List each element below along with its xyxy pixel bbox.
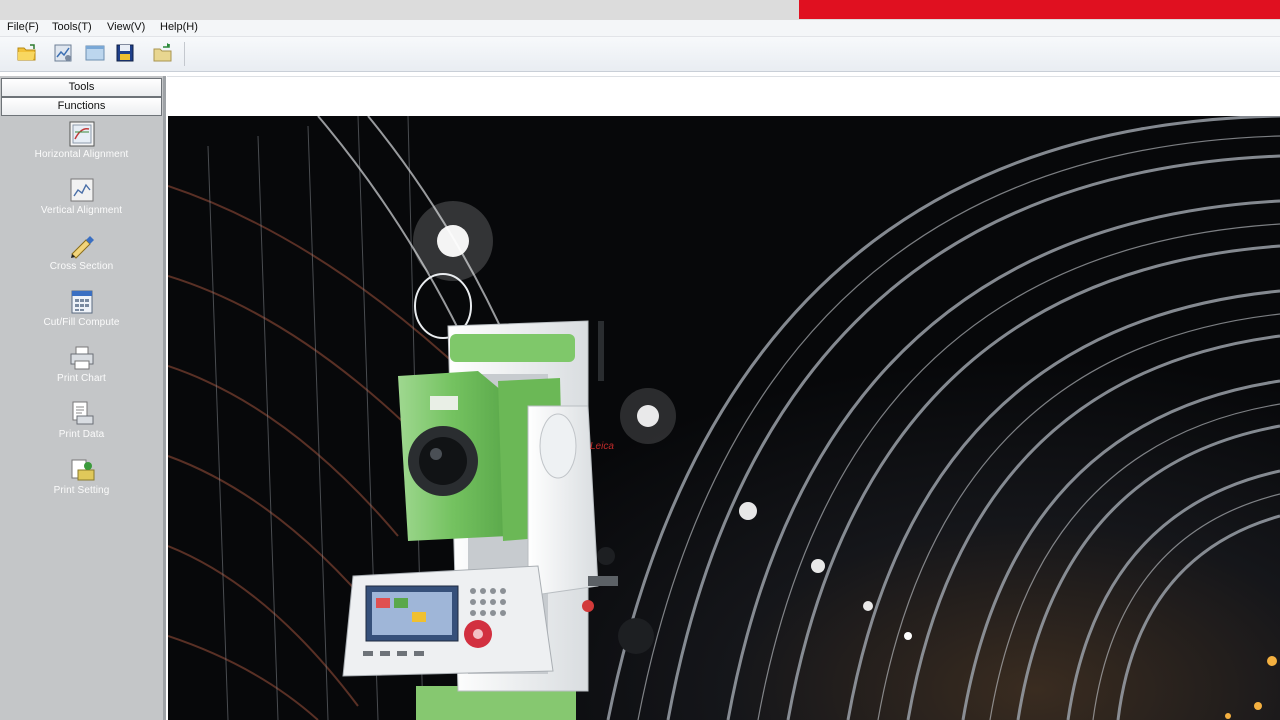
function-label: Horizontal Alignment bbox=[34, 149, 129, 160]
function-print-chart[interactable]: Print Chart bbox=[0, 344, 163, 396]
menu-file[interactable]: File(F) bbox=[7, 21, 39, 33]
calculator-icon bbox=[68, 288, 96, 316]
function-vertical-alignment[interactable]: Vertical Alignment bbox=[0, 176, 163, 228]
open-folder-icon bbox=[17, 44, 36, 61]
vertical-alignment-icon bbox=[68, 176, 96, 204]
device-brand: Leica bbox=[590, 441, 614, 452]
functions-tab[interactable]: Functions bbox=[1, 97, 162, 116]
title-bar bbox=[0, 0, 1280, 20]
tools-tab[interactable]: Tools bbox=[1, 78, 162, 97]
horizontal-alignment-icon bbox=[68, 120, 96, 148]
save-icon bbox=[116, 44, 134, 62]
export-folder-icon bbox=[153, 43, 172, 62]
menu-tools[interactable]: Tools(T) bbox=[52, 21, 92, 33]
function-label: Cross Section bbox=[49, 261, 114, 272]
window-button[interactable] bbox=[83, 41, 107, 65]
tunnel-total-station-photo: Leica bbox=[168, 116, 1280, 720]
window-icon bbox=[85, 45, 105, 61]
function-label: Cut/Fill Compute bbox=[43, 317, 120, 328]
function-label: Print Chart bbox=[57, 373, 106, 384]
left-panel: Tools Functions Horizontal Alignment Ver… bbox=[0, 76, 166, 720]
print-setting-icon bbox=[68, 456, 96, 484]
open-button[interactable] bbox=[15, 41, 39, 65]
menu-help[interactable]: Help(H) bbox=[160, 21, 198, 33]
settings-chart-icon bbox=[54, 44, 72, 62]
menu-view[interactable]: View(V) bbox=[107, 21, 145, 33]
function-print-setting[interactable]: Print Setting bbox=[0, 456, 163, 508]
content-header bbox=[167, 76, 1280, 117]
printer-icon bbox=[68, 344, 96, 372]
cross-section-icon bbox=[68, 232, 96, 260]
export-button[interactable] bbox=[151, 41, 175, 65]
save-button[interactable] bbox=[113, 41, 137, 65]
menu-bar: File(F) Tools(T) View(V) Help(H) bbox=[0, 20, 1280, 37]
function-label: Print Data bbox=[58, 429, 105, 440]
function-print-data[interactable]: Print Data bbox=[0, 400, 163, 452]
function-cross-section[interactable]: Cross Section bbox=[0, 232, 163, 284]
settings-chart-button[interactable] bbox=[51, 41, 75, 65]
toolbar-separator bbox=[184, 42, 185, 66]
function-label: Vertical Alignment bbox=[40, 205, 123, 216]
function-horizontal-alignment[interactable]: Horizontal Alignment bbox=[0, 120, 163, 172]
toolbar bbox=[0, 37, 1280, 72]
function-label: Print Setting bbox=[53, 485, 110, 496]
function-cut-fill-compute[interactable]: Cut/Fill Compute bbox=[0, 288, 163, 340]
title-bar-accent bbox=[799, 0, 1280, 19]
print-data-icon bbox=[68, 400, 96, 428]
